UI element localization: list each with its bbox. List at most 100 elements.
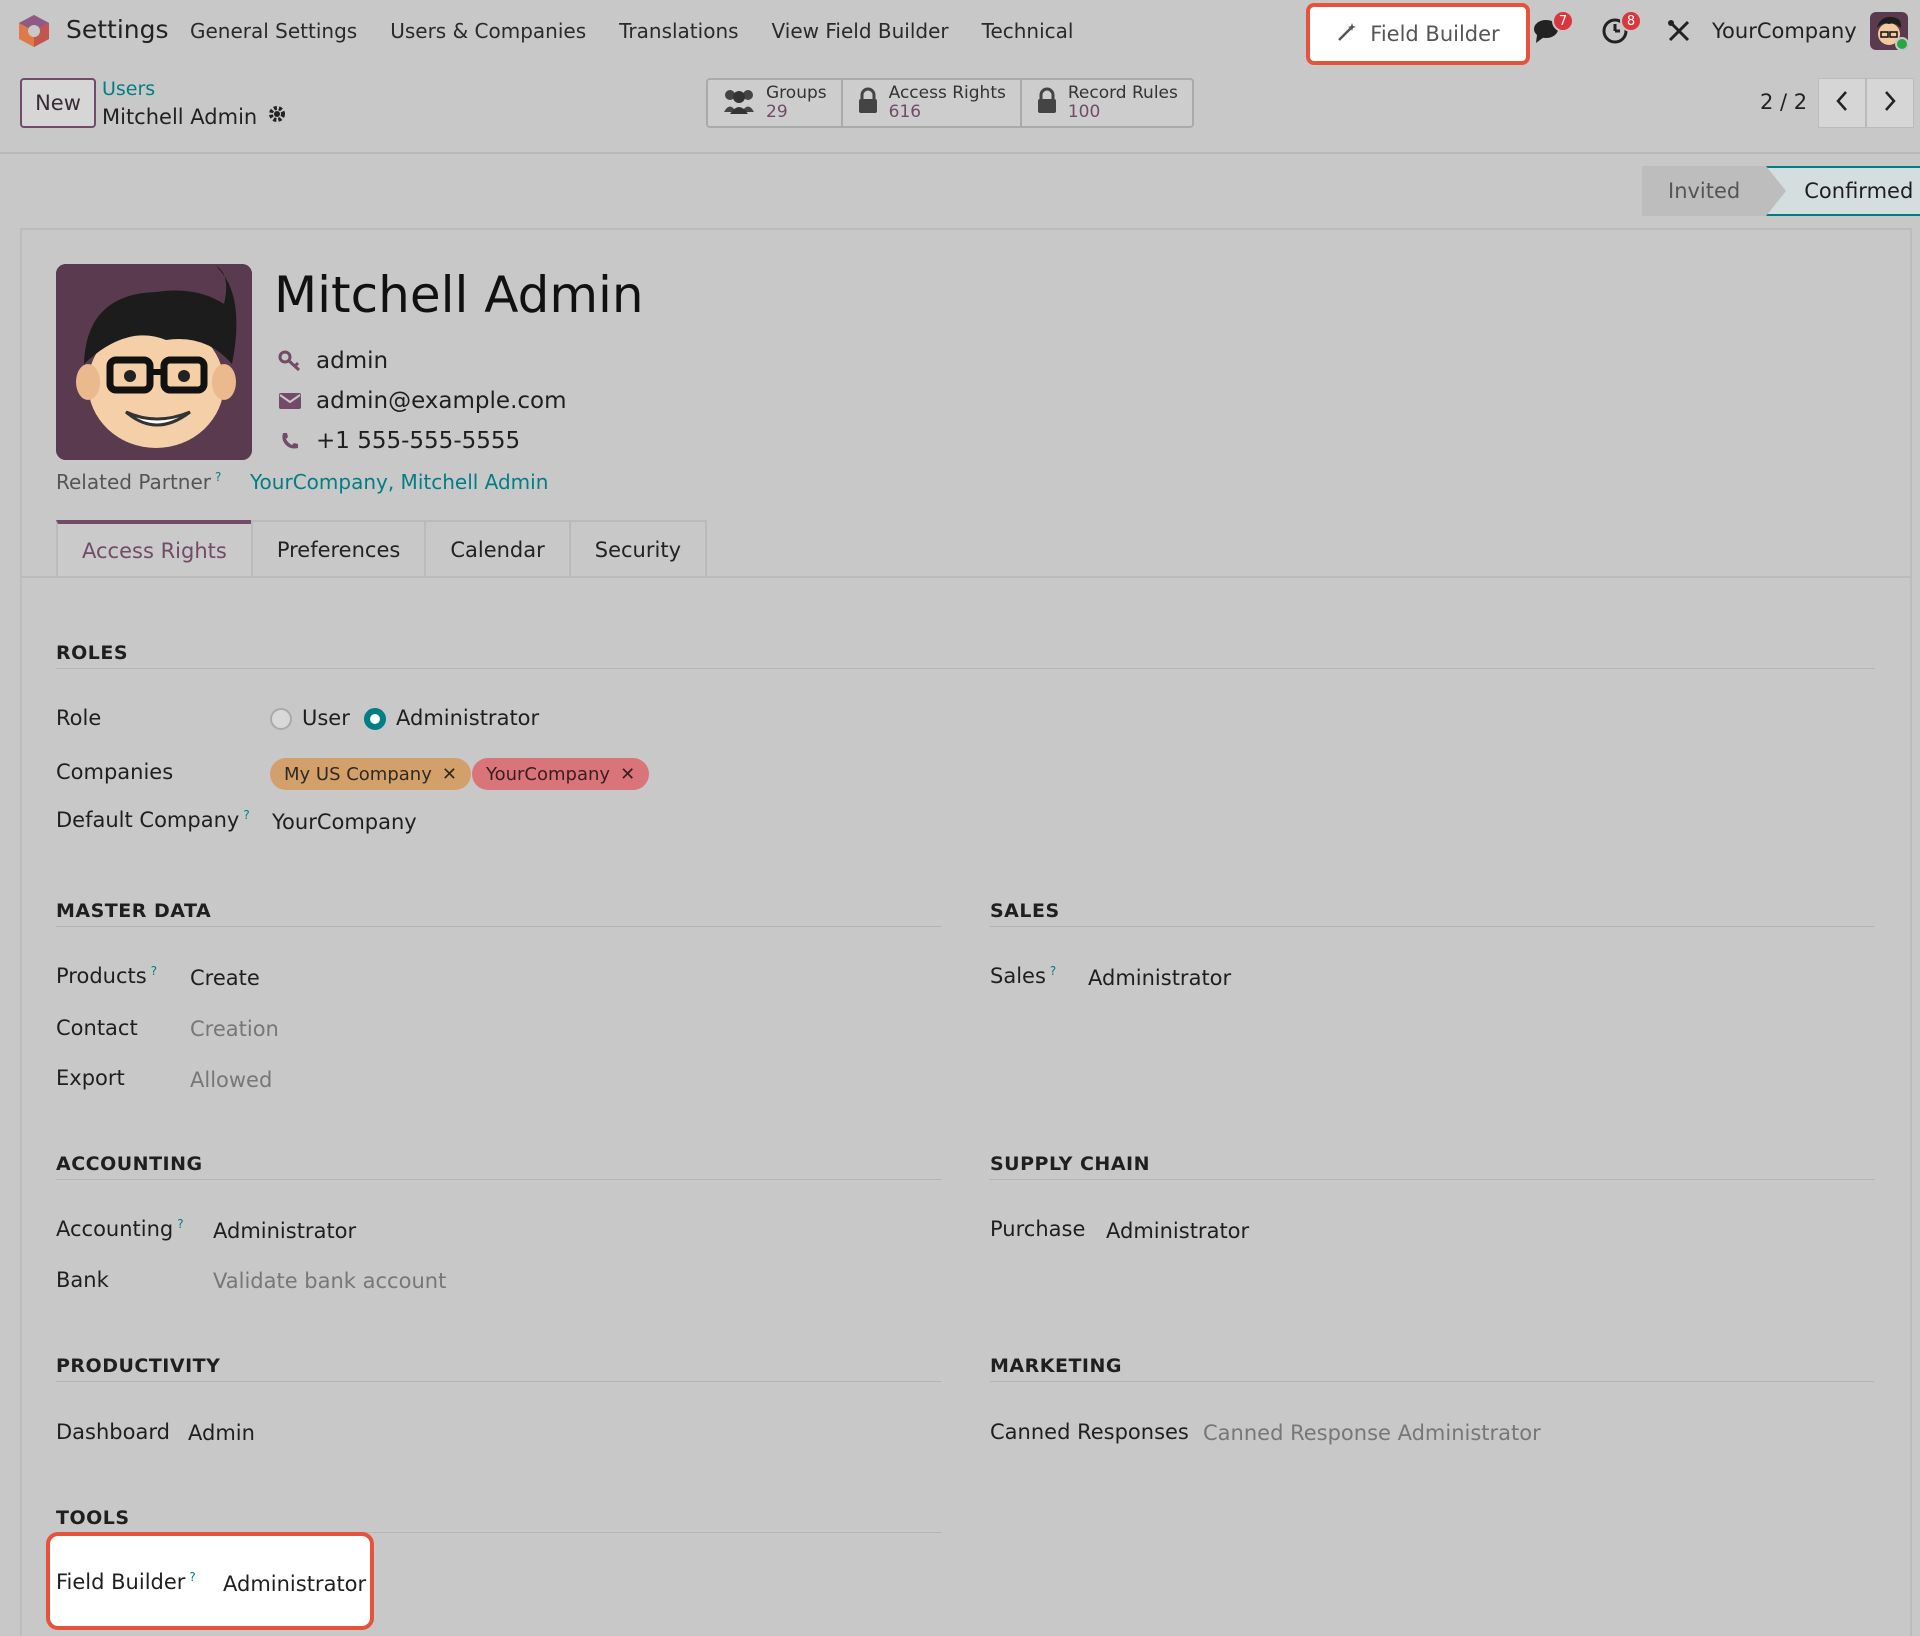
related-partner-link[interactable]: YourCompany, Mitchell Admin xyxy=(250,470,548,494)
default-company-value[interactable]: YourCompany xyxy=(272,810,417,834)
messages-icon[interactable]: 7 xyxy=(1530,10,1574,48)
new-button[interactable]: New xyxy=(20,78,96,128)
status-bar: Invited Confirmed xyxy=(1642,166,1920,216)
export-value[interactable]: Allowed xyxy=(190,1068,272,1092)
role-user-label[interactable]: User xyxy=(302,706,350,730)
breadcrumb-users[interactable]: Users xyxy=(102,78,155,100)
related-partner-label: Related Partner? xyxy=(56,470,221,494)
companies-label: Companies xyxy=(56,760,174,784)
help-icon[interactable]: ? xyxy=(1050,964,1056,978)
accounting-divider xyxy=(56,1179,942,1180)
role-administrator-radio[interactable] xyxy=(364,708,386,730)
key-icon xyxy=(278,350,302,372)
pager-value: 2 / 2 xyxy=(1760,90,1808,114)
pager-previous-button[interactable] xyxy=(1818,78,1866,128)
debug-tools-icon[interactable] xyxy=(1662,14,1696,48)
sales-section-title: SALES xyxy=(990,900,1060,922)
default-company-label-text: Default Company xyxy=(56,808,240,832)
users-icon xyxy=(722,88,756,118)
online-status-icon xyxy=(1895,37,1908,50)
record-rules-count: 100 xyxy=(1067,102,1101,122)
groups-count: 29 xyxy=(766,102,788,122)
supply-chain-section-title: SUPPLY CHAIN xyxy=(990,1153,1151,1175)
lock-icon xyxy=(1036,87,1058,119)
supply-chain-divider xyxy=(990,1179,1874,1180)
top-navbar: Settings General Settings Users & Compan… xyxy=(0,0,1920,65)
menu-users-companies[interactable]: Users & Companies xyxy=(390,19,586,43)
login-value[interactable]: admin xyxy=(316,348,388,374)
company-tag: My US Company ✕ xyxy=(270,758,471,790)
tab-preferences[interactable]: Preferences xyxy=(250,520,427,578)
menu-technical[interactable]: Technical xyxy=(982,19,1074,43)
gear-icon[interactable] xyxy=(267,104,287,129)
user-avatar-image[interactable] xyxy=(56,264,252,460)
magic-wand-icon xyxy=(1336,21,1358,48)
user-avatar[interactable] xyxy=(1870,12,1908,50)
help-icon[interactable]: ? xyxy=(215,470,221,484)
sales-value[interactable]: Administrator xyxy=(1088,966,1231,990)
tab-access-rights[interactable]: Access Rights xyxy=(56,520,253,578)
canned-responses-value[interactable]: Canned Response Administrator xyxy=(1203,1421,1541,1445)
role-user-radio[interactable] xyxy=(270,708,292,730)
dashboard-label: Dashboard xyxy=(56,1420,170,1444)
tab-security[interactable]: Security xyxy=(568,520,708,578)
field-builder-label: Field Builder xyxy=(1370,22,1500,46)
accounting-label-text: Accounting xyxy=(56,1217,174,1241)
contact-label: Contact xyxy=(56,1016,138,1040)
phone-value[interactable]: +1 555-555-5555 xyxy=(316,428,520,454)
accounting-label: Accounting? xyxy=(56,1217,184,1241)
record-rules-label: Record Rules xyxy=(1067,83,1178,103)
lock-icon xyxy=(857,87,879,119)
default-company-label: Default Company? xyxy=(56,808,250,832)
field-builder-field-label-text: Field Builder xyxy=(56,1570,186,1594)
bank-value[interactable]: Validate bank account xyxy=(213,1269,446,1293)
tab-calendar[interactable]: Calendar xyxy=(424,520,571,578)
menu-translations[interactable]: Translations xyxy=(619,19,738,43)
app-name[interactable]: Settings xyxy=(66,15,169,44)
status-confirmed[interactable]: Confirmed xyxy=(1766,166,1920,216)
master-data-divider xyxy=(56,926,942,927)
products-value[interactable]: Create xyxy=(190,966,260,990)
menu-general-settings[interactable]: General Settings xyxy=(190,19,357,43)
accounting-value[interactable]: Administrator xyxy=(213,1219,356,1243)
access-rights-smart-button[interactable]: Access Rights 616 xyxy=(842,80,1022,126)
tab-divider xyxy=(20,576,1912,578)
help-icon[interactable]: ? xyxy=(177,1217,183,1231)
roles-divider xyxy=(56,668,1874,669)
bank-label: Bank xyxy=(56,1268,109,1292)
close-icon[interactable]: ✕ xyxy=(620,764,635,785)
contact-value[interactable]: Creation xyxy=(190,1017,279,1041)
sales-divider xyxy=(990,926,1874,927)
groups-smart-button[interactable]: Groups 29 xyxy=(708,80,843,126)
marketing-divider xyxy=(990,1381,1874,1382)
field-builder-field-value[interactable]: Administrator xyxy=(223,1572,366,1596)
app-logo-icon[interactable] xyxy=(18,14,50,48)
accounting-section-title: ACCOUNTING xyxy=(56,1153,203,1175)
breadcrumb-current: Mitchell Admin xyxy=(102,104,287,129)
smart-buttons: Groups 29 Access Rights 616 Record Rules… xyxy=(706,78,1194,128)
role-label: Role xyxy=(56,706,102,730)
field-builder-button[interactable]: Field Builder xyxy=(1306,3,1530,65)
close-icon[interactable]: ✕ xyxy=(442,764,457,785)
pager-next-button[interactable] xyxy=(1866,78,1914,128)
help-icon[interactable]: ? xyxy=(151,964,157,978)
email-row: admin@example.com xyxy=(278,388,567,414)
email-value[interactable]: admin@example.com xyxy=(316,388,567,414)
role-administrator-label[interactable]: Administrator xyxy=(396,706,539,730)
activities-icon[interactable]: 8 xyxy=(1598,10,1642,48)
help-icon[interactable]: ? xyxy=(189,1570,195,1584)
dashboard-value[interactable]: Admin xyxy=(188,1421,255,1445)
field-builder-field-label: Field Builder? xyxy=(56,1570,196,1594)
menu-view-field-builder[interactable]: View Field Builder xyxy=(772,19,949,43)
access-rights-label: Access Rights xyxy=(888,83,1006,103)
help-icon[interactable]: ? xyxy=(243,808,249,822)
envelope-icon xyxy=(278,392,302,410)
record-rules-smart-button[interactable]: Record Rules 100 xyxy=(1021,80,1192,126)
purchase-value[interactable]: Administrator xyxy=(1106,1219,1249,1243)
status-invited[interactable]: Invited xyxy=(1642,166,1767,216)
sales-label: Sales? xyxy=(990,964,1056,988)
control-panel: New Users Mitchell Admin Groups 29 Acces… xyxy=(0,62,1920,154)
user-name[interactable]: Mitchell Admin xyxy=(274,266,644,324)
products-label-text: Products xyxy=(56,964,147,988)
company-switcher[interactable]: YourCompany xyxy=(1712,19,1857,43)
